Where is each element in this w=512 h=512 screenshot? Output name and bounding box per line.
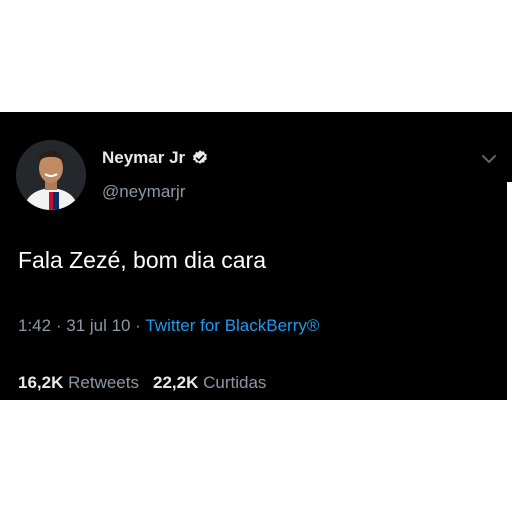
retweets-label: Retweets xyxy=(68,373,139,392)
chevron-down-icon[interactable] xyxy=(481,152,497,166)
author-name[interactable]: Neymar Jr xyxy=(102,148,185,168)
tweet-meta: 1:42 · 31 jul 10 · Twitter for BlackBerr… xyxy=(18,316,319,336)
likes-count: 22,2K xyxy=(152,373,199,392)
author-handle[interactable]: @neymarjr xyxy=(102,182,185,202)
scrollbar[interactable] xyxy=(507,182,512,400)
avatar-photo xyxy=(16,140,86,210)
retweets-stat[interactable]: 16,2K Retweets xyxy=(18,373,139,392)
tweet-date: 31 jul 10 xyxy=(66,316,131,335)
tweet-time: 1:42 xyxy=(18,316,52,335)
meta-separator: · xyxy=(55,316,62,335)
tweet-text: Fala Zezé, bom dia cara xyxy=(18,247,267,273)
retweets-count: 16,2K xyxy=(18,373,64,392)
tweet-card[interactable]: Neymar Jr @neymarjr Fala Zezé, bom dia c… xyxy=(0,112,512,400)
meta-separator: · xyxy=(135,316,141,335)
likes-stat[interactable]: 22,2K Curtidas xyxy=(153,373,266,392)
likes-label: Curtidas xyxy=(203,373,267,392)
tweet-stats: 16,2K Retweets 22,2K Curtidas xyxy=(18,373,266,393)
tweet-source-link[interactable]: Twitter for BlackBerry® xyxy=(145,316,319,335)
avatar[interactable] xyxy=(16,140,86,210)
verified-badge-icon xyxy=(193,150,208,164)
